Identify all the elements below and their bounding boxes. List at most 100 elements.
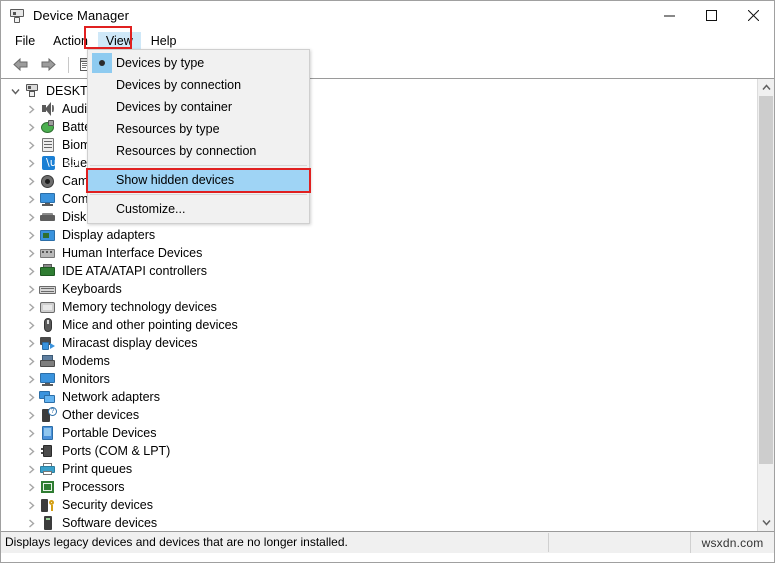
tree-item-label: Portable Devices	[62, 425, 157, 440]
chevron-right-icon[interactable]	[23, 194, 39, 204]
tree-item-portable-devices[interactable]: Portable Devices	[1, 424, 757, 442]
chevron-right-icon[interactable]	[23, 464, 39, 474]
radio-selected-icon	[88, 53, 116, 73]
chevron-right-icon[interactable]	[23, 428, 39, 438]
close-button[interactable]	[732, 1, 774, 30]
tree-item-other-devices[interactable]: ? Other devices	[1, 406, 757, 424]
chevron-right-icon[interactable]	[23, 410, 39, 420]
other-device-icon: ?	[39, 407, 57, 423]
chevron-right-icon[interactable]	[23, 338, 39, 348]
scrollbar-track[interactable]	[758, 96, 774, 514]
camera-icon	[39, 173, 57, 189]
chevron-right-icon[interactable]	[23, 446, 39, 456]
security-device-icon	[39, 497, 57, 513]
vertical-scrollbar[interactable]	[757, 79, 774, 531]
tree-item-ports[interactable]: Ports (COM & LPT)	[1, 442, 757, 460]
tree-item-monitors[interactable]: Monitors	[1, 370, 757, 388]
menu-item-label: Devices by type	[116, 56, 205, 70]
tree-item-label: Processors	[62, 479, 125, 494]
chevron-right-icon[interactable]	[23, 518, 39, 528]
menu-help[interactable]: Help	[143, 32, 185, 51]
tree-item-label: Security devices	[62, 497, 154, 512]
memory-icon	[39, 299, 57, 315]
minimize-button[interactable]	[648, 1, 690, 30]
chevron-right-icon[interactable]	[23, 158, 39, 168]
title-bar: Device Manager	[1, 1, 774, 30]
chevron-right-icon[interactable]	[23, 122, 39, 132]
menu-item-label: Resources by connection	[116, 144, 257, 158]
menu-item-customize[interactable]: Customize...	[88, 198, 309, 220]
device-manager-window: Device Manager File Action View Help DES…	[0, 0, 775, 563]
menu-item-devices-by-container[interactable]: Devices by container	[88, 96, 309, 118]
tree-item-label: Monitors	[62, 371, 110, 386]
back-arrow-icon[interactable]	[7, 54, 33, 76]
chevron-down-icon[interactable]	[7, 87, 23, 96]
tree-item-memory-tech[interactable]: Memory technology devices	[1, 298, 757, 316]
chevron-right-icon[interactable]	[23, 104, 39, 114]
menu-item-resources-by-type[interactable]: Resources by type	[88, 118, 309, 140]
modem-icon	[39, 353, 57, 369]
tree-item-network-adapters[interactable]: Network adapters	[1, 388, 757, 406]
printer-icon	[39, 461, 57, 477]
chevron-right-icon[interactable]	[23, 302, 39, 312]
tree-item-keyboards[interactable]: Keyboards	[1, 280, 757, 298]
tree-item-print-queues[interactable]: Print queues	[1, 460, 757, 478]
maximize-button[interactable]	[690, 1, 732, 30]
tree-item-processors[interactable]: Processors	[1, 478, 757, 496]
tree-item-display-adapters[interactable]: Display adapters	[1, 226, 757, 244]
forward-arrow-icon[interactable]	[35, 54, 61, 76]
status-bar: Displays legacy devices and devices that…	[1, 532, 774, 553]
tree-item-ide-controllers[interactable]: IDE ATA/ATAPI controllers	[1, 262, 757, 280]
keyboard-icon	[39, 281, 57, 297]
scroll-up-button[interactable]	[758, 79, 774, 96]
view-dropdown-menu[interactable]: Devices by type Devices by connection De…	[87, 49, 310, 224]
window-controls	[648, 1, 774, 30]
com-port-icon	[39, 443, 57, 459]
chevron-right-icon[interactable]	[23, 500, 39, 510]
menu-item-devices-by-type[interactable]: Devices by type	[88, 52, 309, 74]
menu-item-label: Devices by container	[116, 100, 233, 114]
menu-item-resources-by-connection[interactable]: Resources by connection	[88, 140, 309, 162]
menu-separator-1	[90, 165, 307, 166]
menu-item-show-hidden-devices[interactable]: Show hidden devices	[88, 169, 309, 191]
chevron-right-icon[interactable]	[23, 374, 39, 384]
tree-item-security-devices[interactable]: Security devices	[1, 496, 757, 514]
tree-item-label: Keyboards	[62, 281, 122, 296]
display-adapter-icon	[39, 227, 57, 243]
menu-action[interactable]: Action	[45, 32, 96, 51]
chevron-right-icon[interactable]	[23, 176, 39, 186]
scroll-down-button[interactable]	[758, 514, 774, 531]
tree-item-label: Miracast display devices	[62, 335, 198, 350]
tree-item-software-devices[interactable]: Software devices	[1, 514, 757, 531]
tree-item-hid[interactable]: Human Interface Devices	[1, 244, 757, 262]
menu-file[interactable]: File	[7, 32, 43, 51]
chevron-right-icon[interactable]	[23, 140, 39, 150]
tree-item-label: Mice and other pointing devices	[62, 317, 238, 332]
chevron-right-icon[interactable]	[23, 230, 39, 240]
battery-icon	[39, 119, 57, 135]
menu-view[interactable]: View	[97, 31, 141, 51]
toolbar-separator-1	[68, 56, 69, 73]
ide-controller-icon	[39, 263, 57, 279]
tree-item-modems[interactable]: Modems	[1, 352, 757, 370]
chevron-right-icon[interactable]	[23, 320, 39, 330]
monitor-icon	[39, 371, 57, 387]
status-panel-empty	[549, 532, 691, 553]
chevron-right-icon[interactable]	[23, 392, 39, 402]
window-title: Device Manager	[33, 8, 130, 23]
chevron-right-icon[interactable]	[23, 266, 39, 276]
menu-separator-2	[90, 194, 307, 195]
tree-item-label: Other devices	[62, 407, 140, 422]
menu-item-devices-by-connection[interactable]: Devices by connection	[88, 74, 309, 96]
chevron-right-icon[interactable]	[23, 482, 39, 492]
menu-item-label: Devices by connection	[116, 78, 242, 92]
chevron-right-icon[interactable]	[23, 212, 39, 222]
status-message: Displays legacy devices and devices that…	[1, 533, 549, 552]
tree-item-miracast[interactable]: Miracast display devices	[1, 334, 757, 352]
chevron-right-icon[interactable]	[23, 248, 39, 258]
tree-item-mice[interactable]: Mice and other pointing devices	[1, 316, 757, 334]
chevron-right-icon[interactable]	[23, 356, 39, 366]
chevron-right-icon[interactable]	[23, 284, 39, 294]
portable-device-icon	[39, 425, 57, 441]
scrollbar-thumb[interactable]	[759, 96, 773, 464]
